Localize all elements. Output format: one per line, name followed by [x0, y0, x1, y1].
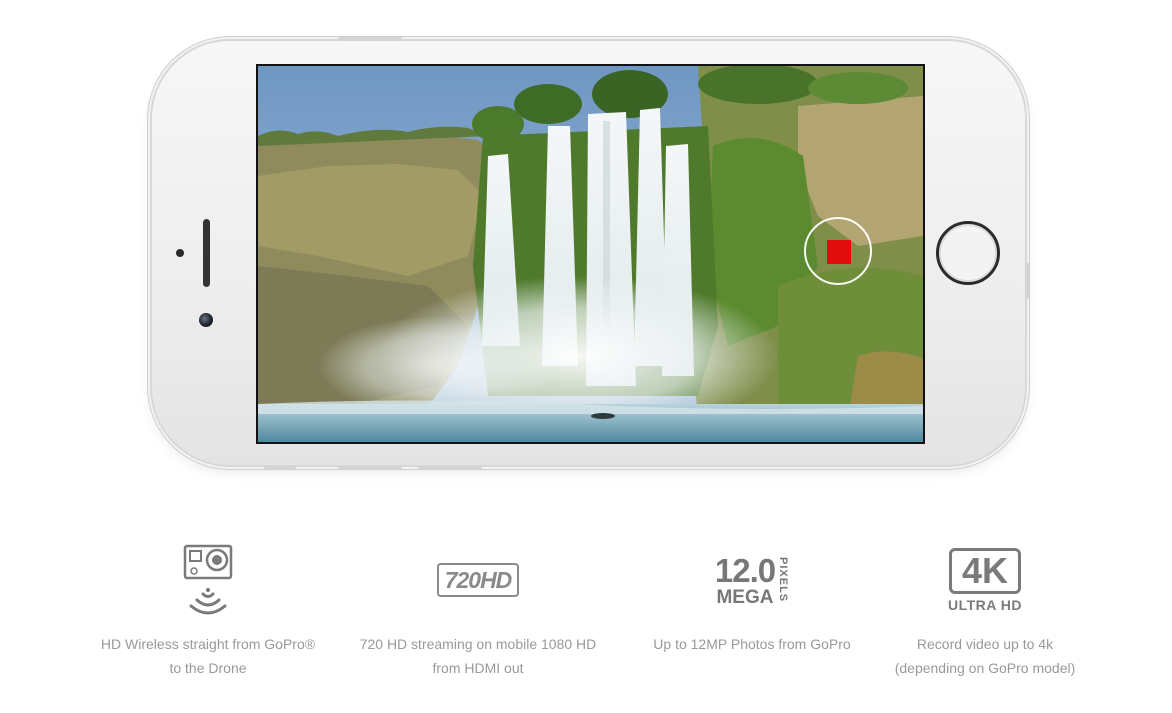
camera-preview-screen — [256, 64, 925, 444]
record-button[interactable] — [804, 217, 872, 285]
4k-text: 4K — [949, 547, 1021, 594]
page: HD Wireless straight from GoPro® to the … — [0, 0, 1172, 713]
gopro-wireless-icon — [90, 540, 326, 620]
caption-line: from HDMI out — [432, 660, 524, 676]
feature-4k-caption: Record video up to 4k (depending on GoPr… — [880, 632, 1090, 680]
caption-line: HD Wireless straight from GoPro® — [100, 636, 316, 652]
front-camera-icon — [199, 313, 213, 327]
side-button — [1025, 263, 1029, 299]
power-button — [338, 37, 402, 41]
feature-megapixels-caption: Up to 12MP Photos from GoPro — [630, 632, 874, 656]
caption-line: to the Drone — [169, 660, 247, 676]
home-button — [936, 221, 1000, 285]
720hd-icon: 720HD — [350, 540, 606, 620]
megapixels-number: 12.0 — [714, 551, 776, 589]
feature-wireless: HD Wireless straight from GoPro® to the … — [90, 540, 326, 680]
earpiece-speaker — [203, 219, 210, 287]
phone-mockup — [152, 37, 1029, 469]
feature-4k: 4K ULTRA HD Record video up to 4k (depen… — [880, 540, 1090, 680]
mute-switch — [264, 465, 296, 469]
hd-text: HD — [480, 567, 512, 593]
megapixels-icon: 12.0 MEGA PIXELS — [630, 540, 874, 620]
stop-recording-icon — [827, 240, 851, 264]
feature-720hd-caption: 720 HD streaming on mobile 1080 HD from … — [350, 632, 606, 680]
caption-line: (depending on GoPro model) — [894, 660, 1076, 676]
mega-text: MEGA — [716, 586, 774, 608]
feature-megapixels: 12.0 MEGA PIXELS Up to 12MP Photos from … — [630, 540, 874, 656]
megapixels-badge: 12.0 MEGA PIXELS — [715, 554, 789, 607]
caption-line: 720 HD streaming on mobile 1080 HD — [359, 636, 597, 652]
volume-up-button — [338, 465, 402, 469]
feature-wireless-caption: HD Wireless straight from GoPro® to the … — [90, 632, 326, 680]
feature-720hd: 720HD 720 HD streaming on mobile 1080 HD… — [350, 540, 606, 680]
caption-line: Record video up to 4k — [916, 636, 1054, 652]
proximity-sensor — [176, 249, 184, 257]
ultra-hd-text: ULTRA HD — [948, 596, 1022, 613]
features-row: HD Wireless straight from GoPro® to the … — [0, 540, 1172, 700]
volume-down-button — [418, 465, 482, 469]
pixels-text: PIXELS — [777, 557, 790, 603]
720hd-badge: 720HD — [436, 563, 520, 597]
720-text: 720 — [444, 567, 481, 593]
4k-ultra-hd-icon: 4K ULTRA HD — [880, 540, 1090, 620]
caption-line: Up to 12MP Photos from GoPro — [653, 636, 851, 652]
